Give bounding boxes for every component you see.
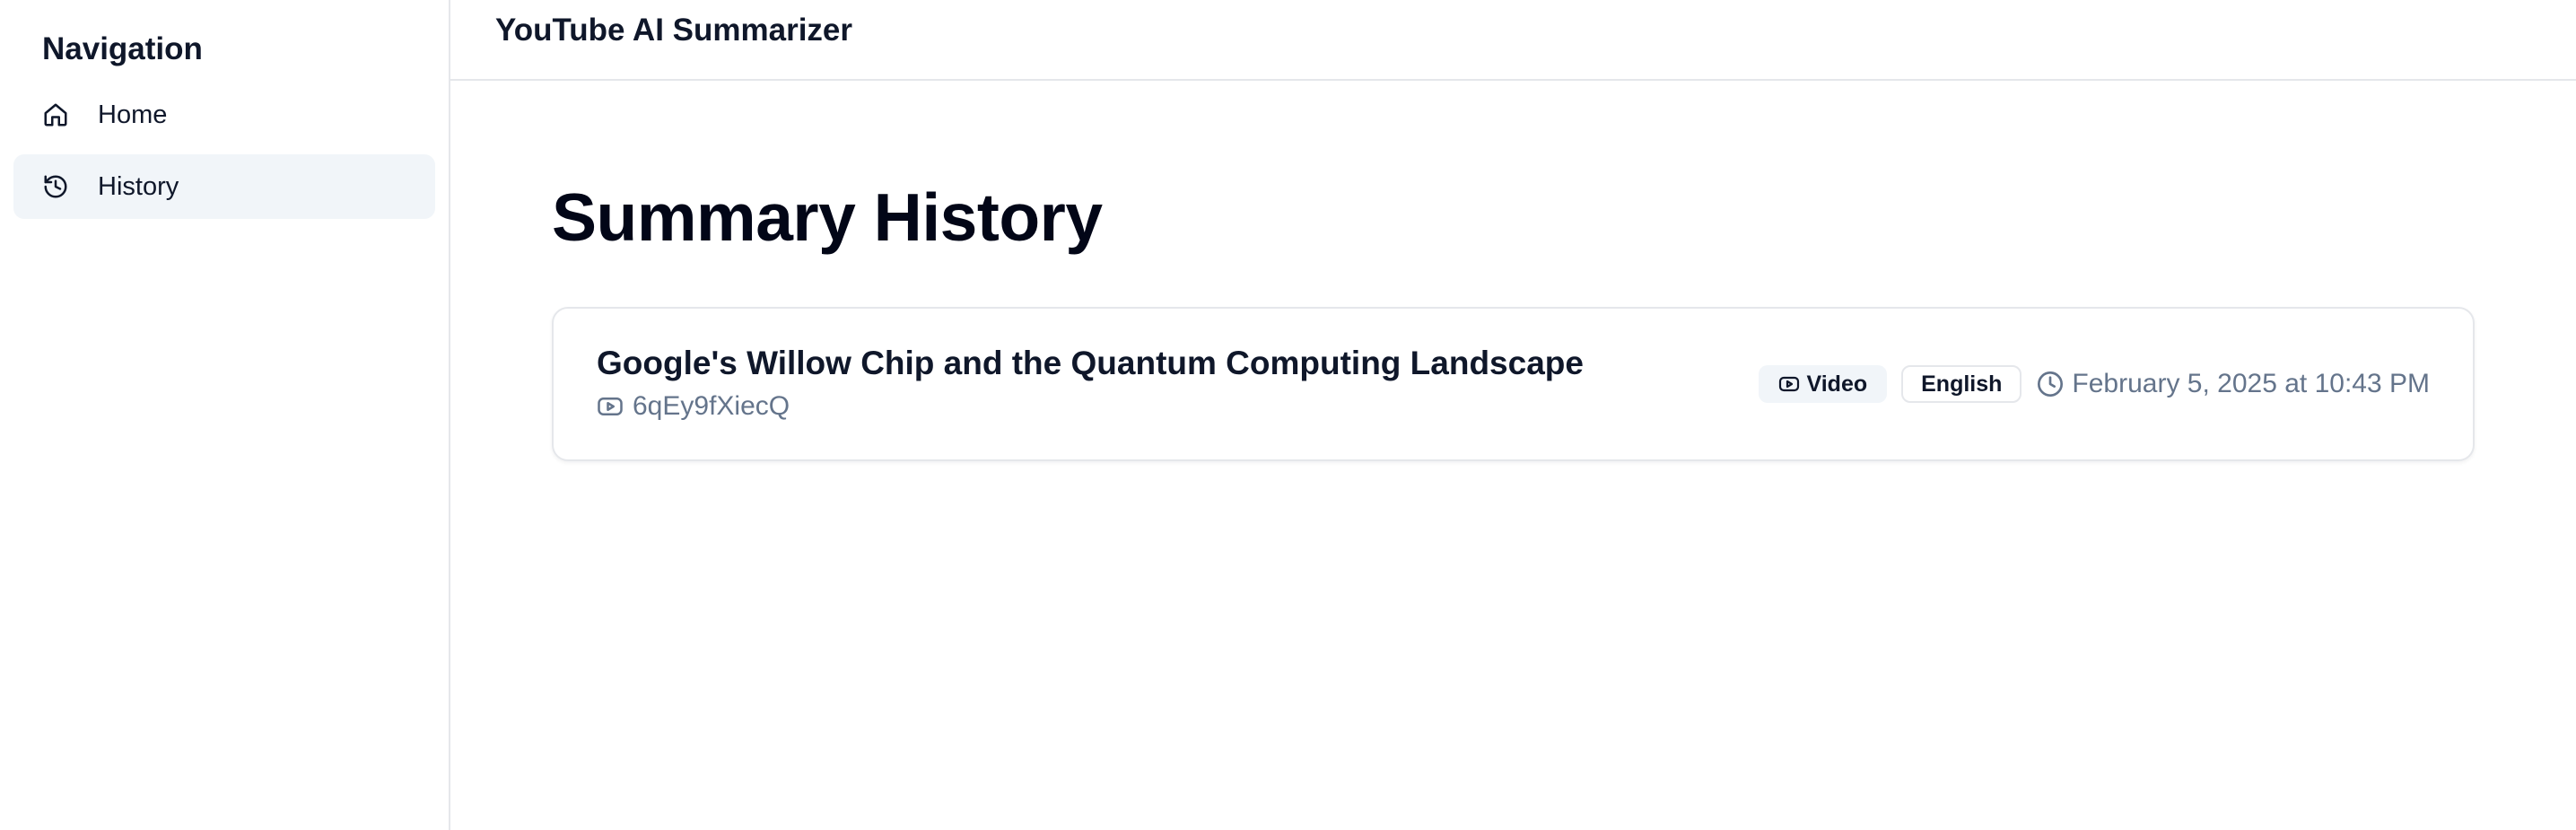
- top-bar: YouTube AI Summarizer: [450, 0, 2576, 81]
- history-icon: [42, 173, 69, 200]
- summary-card[interactable]: Google's Willow Chip and the Quantum Com…: [552, 307, 2475, 461]
- sidebar-nav: Home History: [13, 83, 435, 219]
- summary-title: Google's Willow Chip and the Quantum Com…: [597, 345, 1584, 381]
- language-badge: English: [1901, 365, 2022, 403]
- type-badge-label: Video: [1806, 371, 1868, 397]
- sidebar-heading: Navigation: [42, 31, 203, 66]
- sidebar-item-history[interactable]: History: [13, 154, 435, 219]
- summary-card-info: Google's Willow Chip and the Quantum Com…: [597, 345, 1584, 422]
- home-icon: [42, 101, 69, 128]
- content: Summary History Google's Willow Chip and…: [450, 81, 2576, 461]
- youtube-icon: [1778, 376, 1799, 392]
- timestamp: February 5, 2025 at 10:43 PM: [2036, 369, 2430, 399]
- sidebar: Navigation Home History: [0, 0, 450, 830]
- sidebar-item-label: History: [98, 171, 179, 201]
- video-id: 6qEy9fXiecQ: [633, 391, 790, 421]
- page-title: Summary History: [552, 179, 1103, 255]
- clock-icon: [2038, 371, 2064, 397]
- main-area: YouTube AI Summarizer Summary History Go…: [450, 0, 2576, 830]
- youtube-icon: [598, 398, 623, 415]
- app-title: YouTube AI Summarizer: [495, 13, 853, 48]
- timestamp-text: February 5, 2025 at 10:43 PM: [2072, 369, 2430, 398]
- sidebar-item-label: Home: [98, 100, 168, 129]
- app-root: Navigation Home History YouTube AI Summa…: [0, 0, 2576, 830]
- video-id-row: 6qEy9fXiecQ: [597, 391, 1584, 422]
- type-badge: Video: [1758, 365, 1888, 403]
- sidebar-item-home[interactable]: Home: [13, 83, 435, 147]
- summary-card-meta: Video English February 5, 2025 at 10:43 …: [1758, 365, 2430, 403]
